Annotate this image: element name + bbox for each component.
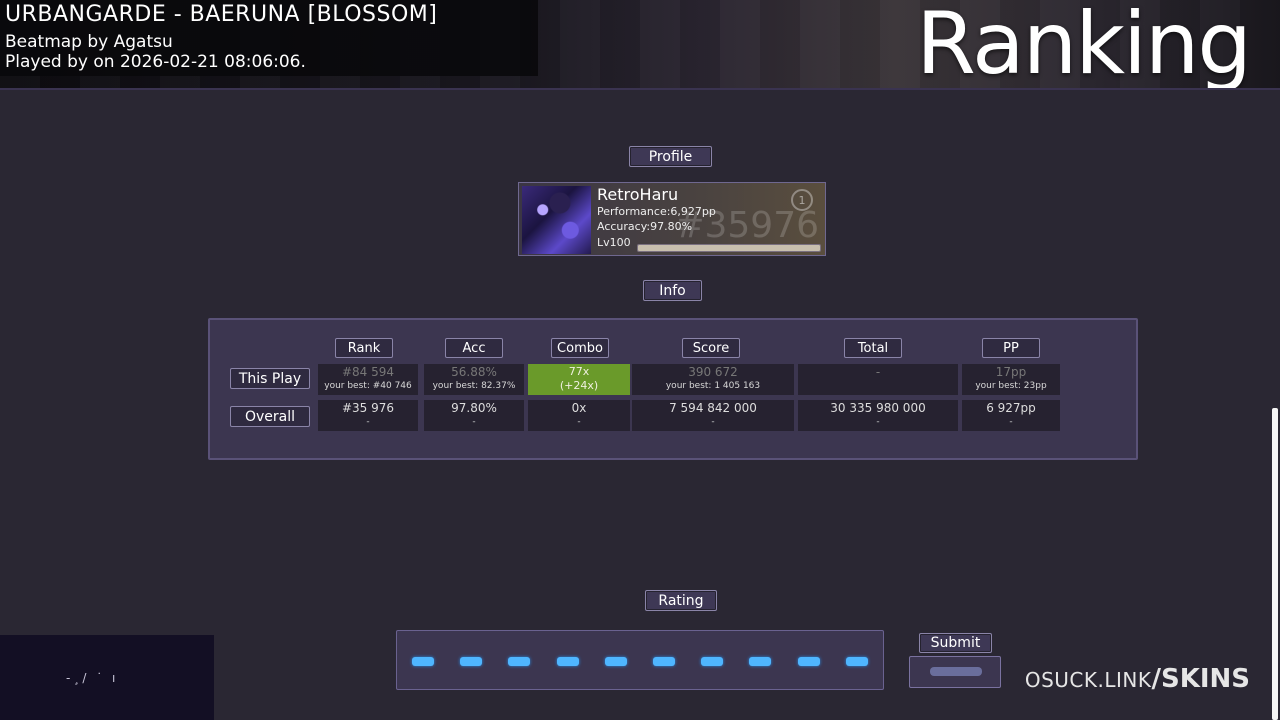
cell-sub: your best: 23pp bbox=[975, 381, 1047, 391]
rating-panel bbox=[396, 630, 884, 690]
beatmap-mapper: Beatmap by Agatsu bbox=[5, 32, 173, 52]
song-title: URBANGARDE - BAERUNA [BLOSSOM] bbox=[5, 2, 438, 27]
submit-slot-bar bbox=[930, 667, 982, 676]
rating-dot-2[interactable] bbox=[460, 657, 483, 666]
avatar bbox=[522, 186, 591, 254]
overall-pp-cell: 6 927pp - bbox=[962, 400, 1060, 431]
profile-accuracy: Accuracy:97.80% bbox=[597, 220, 693, 233]
rating-dot-6[interactable] bbox=[653, 657, 675, 666]
cell-sub: your best: #40 746 bbox=[324, 381, 412, 391]
overall-acc-cell: 97.80% - bbox=[424, 400, 524, 431]
cell-sub: - bbox=[876, 417, 880, 427]
top-header: URBANGARDE - BAERUNA [BLOSSOM] Beatmap b… bbox=[0, 0, 1280, 90]
cell-sub: your best: 1 405 163 bbox=[665, 381, 761, 391]
profile-level: Lv100 bbox=[597, 236, 631, 249]
cell-sub: - bbox=[711, 417, 715, 427]
cell-value: #84 594 bbox=[341, 365, 395, 379]
overall-combo-cell: 0x - bbox=[528, 400, 630, 431]
cell-sub: - bbox=[472, 417, 476, 427]
preview-glyphs: -¸/ ˙ ı bbox=[66, 671, 119, 685]
rating-dot-4[interactable] bbox=[556, 657, 579, 666]
column-header-rank: Rank bbox=[335, 338, 393, 358]
cell-value: 7 594 842 000 bbox=[669, 401, 757, 415]
profile-username: RetroHaru bbox=[597, 185, 679, 204]
info-section-label: Info bbox=[643, 280, 702, 301]
rating-section-label: Rating bbox=[645, 590, 717, 611]
column-header-acc: Acc bbox=[445, 338, 503, 358]
cell-value: 56.88% bbox=[451, 365, 497, 379]
cell-value: 97.80% bbox=[451, 401, 497, 415]
watermark-path: /SKINS bbox=[1151, 664, 1250, 694]
submit-button[interactable]: Submit bbox=[919, 633, 992, 653]
watermark: OSUCK.LINK/SKINS bbox=[1025, 664, 1250, 694]
row-header-this-play[interactable]: This Play bbox=[230, 368, 310, 389]
profile-section-label: Profile bbox=[629, 146, 712, 167]
cell-value: #35 976 bbox=[341, 401, 395, 415]
overall-total-cell: 30 335 980 000 - bbox=[798, 400, 958, 431]
screen-title: Ranking bbox=[916, 0, 1252, 90]
column-header-pp: PP bbox=[982, 338, 1040, 358]
this-play-pp-cell: 17pp your best: 23pp bbox=[962, 364, 1060, 395]
cell-value: 77x bbox=[568, 365, 590, 378]
cell-sub: - bbox=[366, 417, 370, 427]
overall-score-cell: 7 594 842 000 - bbox=[632, 400, 794, 431]
watermark-domain: OSUCK.LINK bbox=[1024, 668, 1152, 692]
row-header-overall[interactable]: Overall bbox=[230, 406, 310, 427]
rating-dot-9[interactable] bbox=[797, 657, 820, 666]
rank-badge-icon: 1 bbox=[791, 189, 813, 211]
played-info: Played by on 2026-02-21 08:06:06. bbox=[5, 52, 306, 72]
rating-dot-7[interactable] bbox=[701, 657, 724, 666]
submit-slot[interactable] bbox=[909, 656, 1001, 688]
this-play-total-cell: - bbox=[798, 364, 958, 395]
cell-value: - bbox=[875, 365, 881, 379]
cell-sub: (+24x) bbox=[559, 379, 599, 392]
rating-dot-1[interactable] bbox=[412, 657, 434, 666]
this-play-combo-cell: 77x (+24x) bbox=[528, 364, 630, 395]
level-progress-fill bbox=[638, 245, 820, 251]
cell-value: 17pp bbox=[995, 365, 1027, 379]
rating-dot-10[interactable] bbox=[845, 657, 868, 666]
scrollbar[interactable] bbox=[1272, 408, 1278, 720]
column-header-total: Total bbox=[844, 338, 902, 358]
cell-sub: - bbox=[1009, 417, 1013, 427]
level-progress-bar bbox=[637, 244, 821, 252]
rating-dot-3[interactable] bbox=[508, 657, 531, 666]
preview-box: -¸/ ˙ ı bbox=[0, 635, 214, 720]
rating-dot-5[interactable] bbox=[604, 657, 627, 666]
profile-card[interactable]: #35976 RetroHaru Performance:6,927pp Acc… bbox=[518, 182, 826, 256]
info-panel: Rank Acc Combo Score Total PP This Play … bbox=[208, 318, 1138, 460]
column-header-score: Score bbox=[682, 338, 740, 358]
rating-dot-8[interactable] bbox=[749, 657, 772, 666]
overall-rank-cell: #35 976 - bbox=[318, 400, 418, 431]
profile-performance: Performance:6,927pp bbox=[597, 205, 716, 218]
column-header-combo: Combo bbox=[551, 338, 609, 358]
this-play-score-cell: 390 672 your best: 1 405 163 bbox=[632, 364, 794, 395]
this-play-rank-cell: #84 594 your best: #40 746 bbox=[318, 364, 418, 395]
this-play-acc-cell: 56.88% your best: 82.37% bbox=[424, 364, 524, 395]
cell-sub: - bbox=[577, 417, 581, 427]
cell-sub: your best: 82.37% bbox=[432, 381, 516, 391]
cell-value: 30 335 980 000 bbox=[830, 401, 926, 415]
cell-value: 390 672 bbox=[688, 365, 738, 379]
cell-value: 0x bbox=[571, 401, 587, 415]
cell-value: 6 927pp bbox=[986, 401, 1036, 415]
